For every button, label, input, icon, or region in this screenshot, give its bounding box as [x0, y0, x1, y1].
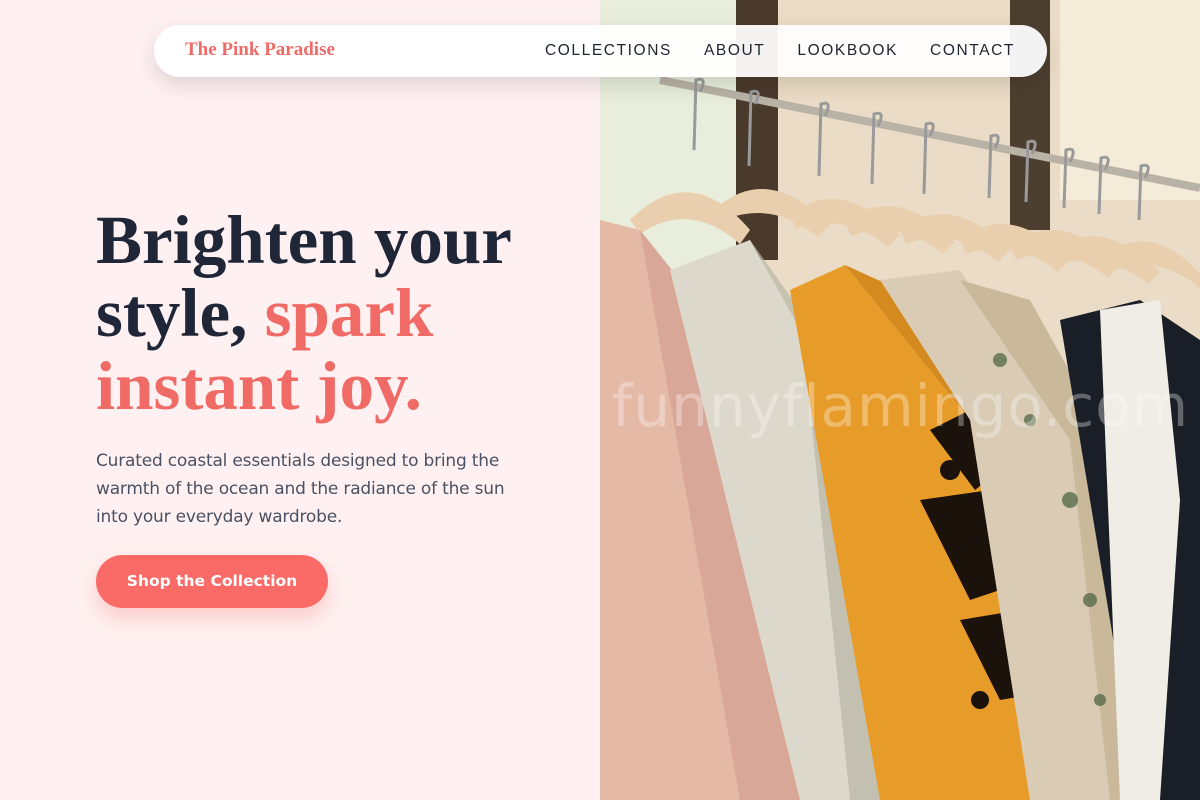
brand-logo[interactable]: The Pink Paradise	[185, 39, 335, 61]
shop-collection-button[interactable]: Shop the Collection	[96, 555, 328, 608]
hero-subtext: Curated coastal essentials designed to b…	[96, 451, 505, 527]
watermark-text: funnyflamingo.com	[612, 372, 1190, 440]
nav-links: COLLECTIONS ABOUT LOOKBOOK CONTACT	[545, 42, 1015, 60]
nav-link-contact[interactable]: CONTACT	[930, 42, 1015, 60]
nav-link-about[interactable]: ABOUT	[704, 42, 765, 60]
top-navbar: The Pink Paradise COLLECTIONS ABOUT LOOK…	[154, 25, 1047, 77]
nav-link-lookbook[interactable]: LOOKBOOK	[797, 42, 898, 60]
hero-headline: Brighten your style, spark instant joy.	[96, 204, 576, 423]
nav-link-collections[interactable]: COLLECTIONS	[545, 42, 672, 60]
